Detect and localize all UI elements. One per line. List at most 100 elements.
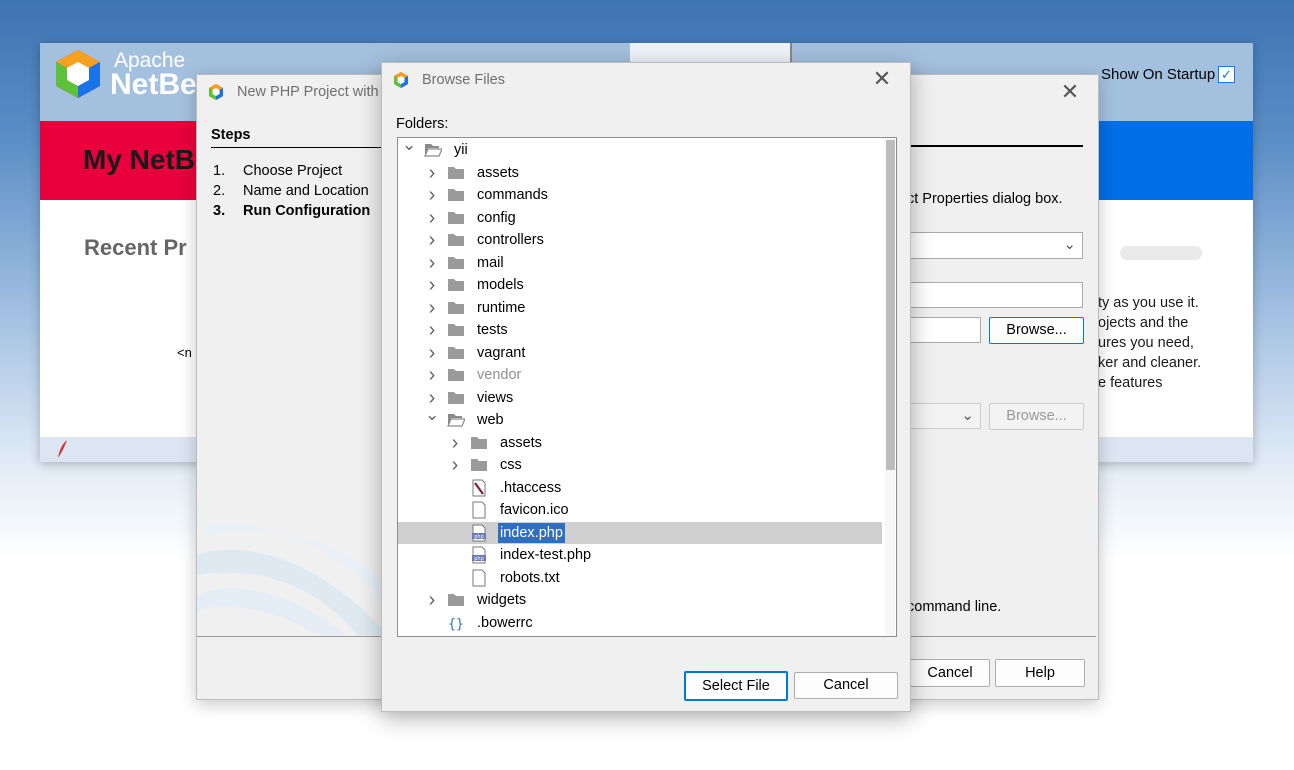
help-button[interactable]: Help: [995, 659, 1085, 687]
feature-text-line: ures you need,: [1098, 335, 1194, 351]
tree-node-web[interactable]: ⌄ web: [398, 406, 882, 431]
feature-text-line: ojects and the: [1098, 315, 1189, 331]
chevron-down-icon[interactable]: ⌄: [402, 138, 416, 154]
step-number: 1.: [213, 163, 226, 179]
tree-node-controllers[interactable]: › controllers: [398, 229, 882, 251]
tree-node-runtime[interactable]: › runtime: [398, 297, 882, 319]
tree-node-assets[interactable]: › assets: [398, 162, 882, 184]
chevron-right-icon[interactable]: ›: [425, 343, 439, 363]
chevron-right-icon[interactable]: ›: [425, 365, 439, 385]
placeholder-bar: [1120, 246, 1202, 260]
chevron-down-icon: ⌄: [1063, 236, 1076, 253]
tree-node-robots-txt[interactable]: robots.txt: [398, 567, 882, 589]
folder-icon: [447, 366, 465, 384]
folder-icon: [447, 276, 465, 294]
step-run-configuration: Run Configuration: [243, 203, 371, 219]
folder-icon: [447, 591, 465, 609]
run-config-description: ct Properties dialog box.: [907, 191, 1063, 207]
run-as-dropdown[interactable]: ⌄: [907, 232, 1083, 259]
show-on-startup-checkbox[interactable]: ✓: [1218, 66, 1235, 83]
chevron-right-icon[interactable]: ›: [425, 253, 439, 273]
chevron-right-icon[interactable]: ›: [448, 455, 462, 475]
folder-icon: [447, 209, 465, 227]
feather-icon: [58, 440, 67, 458]
tree-node-yii[interactable]: ⌄ yii: [398, 138, 882, 161]
folder-icon: [447, 321, 465, 339]
tree-node-bowerrc[interactable]: {} .bowerrc: [398, 612, 882, 634]
chevron-right-icon[interactable]: ›: [425, 163, 439, 183]
tree-node-views[interactable]: › views: [398, 387, 882, 409]
banner-blue-section: [1097, 121, 1253, 200]
steps-heading: Steps: [211, 127, 251, 143]
show-on-startup-label: Show On Startup: [1101, 66, 1216, 83]
cancel-button[interactable]: Cancel: [794, 672, 898, 699]
recent-projects-heading: Recent Pr: [84, 235, 187, 260]
chevron-down-icon: ⌄: [961, 407, 974, 424]
tree-node-label: index-test.php: [500, 547, 592, 563]
php-file-icon: php: [470, 546, 488, 564]
tree-node-mail[interactable]: › mail: [398, 252, 882, 274]
browse-files-dialog: Browse Files ✕ Folders: ⌄ yii › assets › comm…: [381, 62, 911, 712]
tree-node-widgets[interactable]: › widgets: [398, 589, 882, 611]
tree-node-config[interactable]: › config: [398, 207, 882, 229]
tree-node-label: robots.txt: [500, 569, 560, 586]
folder-icon: [447, 231, 465, 249]
tree-node-vagrant[interactable]: › vagrant: [398, 342, 882, 364]
chevron-right-icon[interactable]: ›: [425, 185, 439, 205]
tree-node-label: vendor: [477, 367, 522, 383]
vertical-scrollbar[interactable]: [885, 138, 895, 636]
chevron-right-icon[interactable]: ›: [425, 388, 439, 408]
tree-node-favicon-ico[interactable]: favicon.ico: [398, 499, 882, 521]
chevron-right-icon[interactable]: ›: [425, 230, 439, 250]
tree-node-htaccess[interactable]: .htaccess: [398, 477, 882, 499]
browse-disabled-button: Browse...: [989, 403, 1084, 430]
close-icon[interactable]: ✕: [867, 64, 897, 94]
scrollbar-thumb[interactable]: [886, 140, 895, 470]
tree-node-label: widgets: [477, 592, 527, 608]
folder-tree[interactable]: ⌄ yii › assets › commands › config › controllers ›…: [397, 137, 897, 637]
step-choose-project: Choose Project: [243, 163, 343, 179]
folder-icon: [447, 344, 465, 362]
tree-node-commands[interactable]: › commands: [398, 184, 882, 206]
chevron-right-icon[interactable]: ›: [425, 590, 439, 610]
folder-open-icon: [447, 411, 466, 429]
tree-node-label: index.php: [498, 522, 565, 543]
no-recent-projects-text: <n: [177, 345, 192, 360]
browse-index-button[interactable]: Browse...: [989, 317, 1084, 344]
step-name-and-location: Name and Location: [243, 183, 369, 199]
tree-node-tests[interactable]: › tests: [398, 319, 882, 341]
select-file-button[interactable]: Select File: [684, 671, 788, 701]
chevron-right-icon[interactable]: ›: [448, 433, 462, 453]
chevron-right-icon[interactable]: ›: [425, 298, 439, 318]
feature-text-line: e features: [1098, 375, 1163, 391]
folder-icon: [470, 456, 488, 474]
tree-node-label: yii: [454, 142, 468, 158]
tree-node-css[interactable]: › css: [398, 454, 882, 476]
tree-node-label: assets: [500, 434, 542, 451]
chevron-down-icon[interactable]: ⌄: [425, 406, 439, 424]
disabled-dropdown: ⌄: [907, 403, 981, 429]
step-number: 2.: [213, 183, 226, 199]
tree-node-label: .htaccess: [500, 479, 562, 496]
apache-file-icon: [470, 479, 488, 497]
chevron-right-icon[interactable]: ›: [425, 275, 439, 295]
content-divider: [907, 145, 1083, 147]
tree-node-models[interactable]: › models: [398, 274, 882, 296]
close-icon[interactable]: ✕: [1055, 77, 1085, 107]
tree-node-assets[interactable]: › assets: [398, 432, 882, 454]
steps-divider: [211, 147, 401, 148]
index-file-field[interactable]: [907, 317, 981, 343]
logo-text-netbeans: NetBe: [110, 68, 197, 101]
json-file-icon: {}: [447, 614, 465, 632]
tree-node-label: controllers: [477, 232, 544, 248]
wizard-watermark-graphic: [197, 523, 387, 635]
svg-text:php: php: [474, 556, 484, 562]
tree-node-index-test-php[interactable]: php index-test.php: [398, 544, 882, 566]
tree-node-vendor[interactable]: › vendor: [398, 364, 882, 386]
tree-node-index-php[interactable]: php index.php: [398, 521, 882, 544]
chevron-right-icon[interactable]: ›: [425, 208, 439, 228]
cancel-button[interactable]: Cancel: [910, 659, 990, 687]
chevron-right-icon[interactable]: ›: [425, 320, 439, 340]
project-url-field[interactable]: [907, 282, 1083, 308]
folder-icon: [470, 434, 488, 452]
